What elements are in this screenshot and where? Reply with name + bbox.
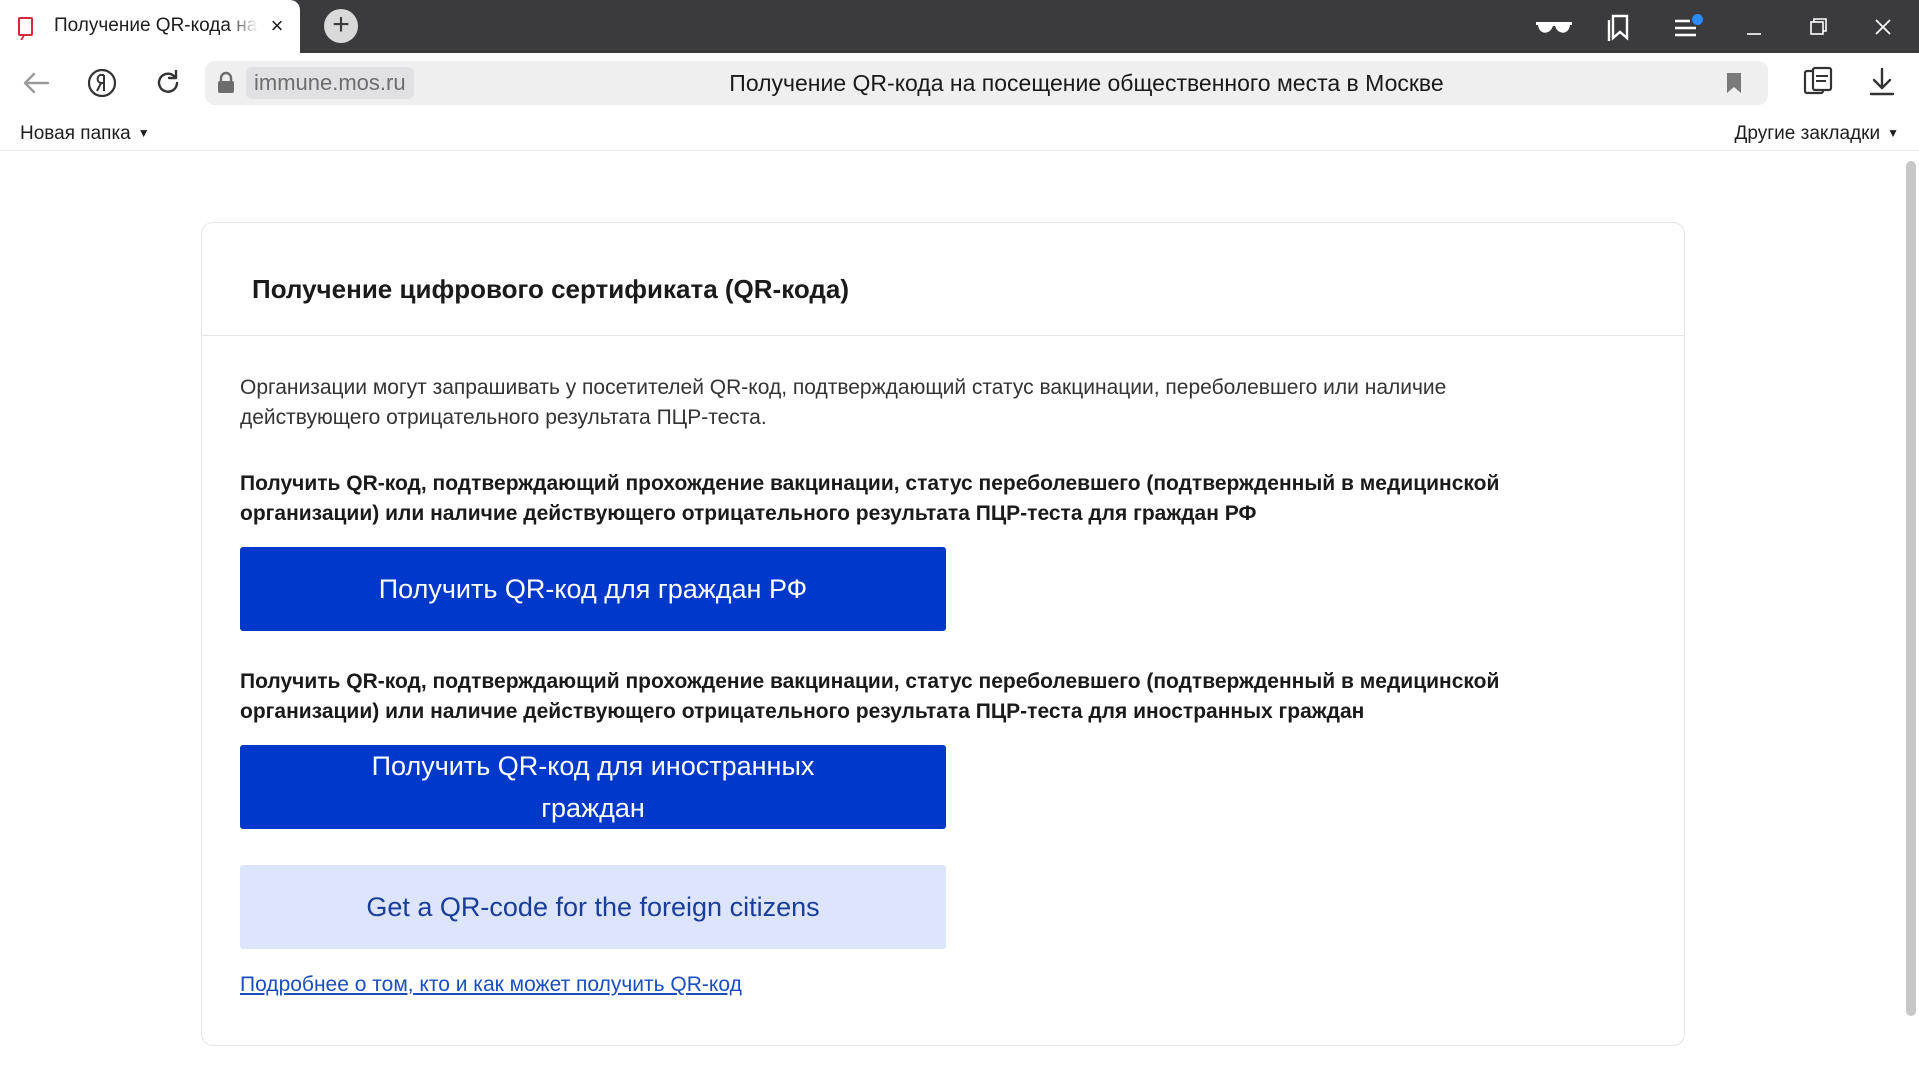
intro-text: Организации могут запрашивать у посетите… bbox=[240, 376, 1447, 429]
page-favicon-icon bbox=[18, 17, 33, 36]
collections-icon[interactable] bbox=[1607, 12, 1633, 42]
browser-tab[interactable]: Получение QR-кода на посещение обществен… bbox=[0, 0, 300, 53]
scrollbar[interactable] bbox=[1903, 151, 1919, 1079]
address-page-title[interactable]: Получение QR-кода на посещение обществен… bbox=[505, 67, 1668, 99]
bookmark-folder-label: Новая папка bbox=[20, 123, 131, 144]
bookmark-icon[interactable] bbox=[1725, 72, 1743, 94]
more-info-link[interactable]: Подробнее о том, кто и как может получит… bbox=[240, 970, 742, 1000]
yandex-logo-icon[interactable] bbox=[84, 65, 120, 101]
get-qr-foreign-button[interactable]: Получить QR-код для иностранных граждан bbox=[240, 745, 946, 829]
new-tab-button[interactable]: + bbox=[324, 9, 358, 43]
tab-title: Получение QR-кода на посещение обществен… bbox=[54, 15, 258, 36]
section-foreign-text: Получить QR-код, подтверждающий прохожде… bbox=[240, 670, 1500, 723]
section-ru-text: Получить QR-код, подтверждающий прохожде… bbox=[240, 472, 1500, 525]
address-bar[interactable]: immune.mos.ru Получение QR-кода на посещ… bbox=[205, 61, 1768, 105]
tab-close-icon[interactable]: × bbox=[266, 14, 288, 38]
back-arrow-icon[interactable] bbox=[18, 65, 54, 101]
download-icon[interactable] bbox=[1866, 65, 1898, 99]
chevron-down-icon: ▼ bbox=[1887, 126, 1899, 140]
get-qr-ru-button[interactable]: Получить QR-код для граждан РФ bbox=[240, 547, 946, 631]
bookmark-folder-other[interactable]: Другие закладки ▼ bbox=[1735, 121, 1899, 145]
page-title: Получение цифрового сертификата (QR-кода… bbox=[252, 274, 850, 304]
bookmark-folder-label: Другие закладки bbox=[1734, 123, 1881, 144]
page-viewport: Получение цифрового сертификата (QR-кода… bbox=[0, 151, 1919, 1079]
card-header: Получение цифрового сертификата (QR-кода… bbox=[202, 223, 1684, 336]
bookmark-folder-new[interactable]: Новая папка ▼ bbox=[20, 121, 150, 145]
scrollbar-thumb[interactable] bbox=[1906, 161, 1916, 1016]
notification-dot bbox=[1692, 14, 1703, 25]
domain-label[interactable]: immune.mos.ru bbox=[246, 67, 414, 99]
extensions-icon[interactable] bbox=[1802, 65, 1834, 99]
lock-icon[interactable] bbox=[215, 71, 237, 95]
close-window-icon[interactable] bbox=[1868, 12, 1898, 42]
get-qr-foreign-en-button[interactable]: Get a QR-code for the foreign citizens bbox=[240, 865, 946, 949]
restore-icon[interactable] bbox=[1803, 12, 1833, 42]
glasses-icon[interactable] bbox=[1535, 12, 1573, 42]
navigation-bar: immune.mos.ru Получение QR-кода на посещ… bbox=[0, 53, 1919, 113]
bookmarks-bar: Новая папка ▼ Другие закладки ▼ bbox=[0, 113, 1919, 151]
reload-icon[interactable] bbox=[150, 65, 186, 101]
tab-strip: Получение QR-кода на посещение обществен… bbox=[0, 0, 1919, 53]
chevron-down-icon: ▼ bbox=[137, 126, 150, 140]
minimize-icon[interactable] bbox=[1739, 12, 1769, 42]
certificate-card: Получение цифрового сертификата (QR-кода… bbox=[201, 222, 1685, 1046]
